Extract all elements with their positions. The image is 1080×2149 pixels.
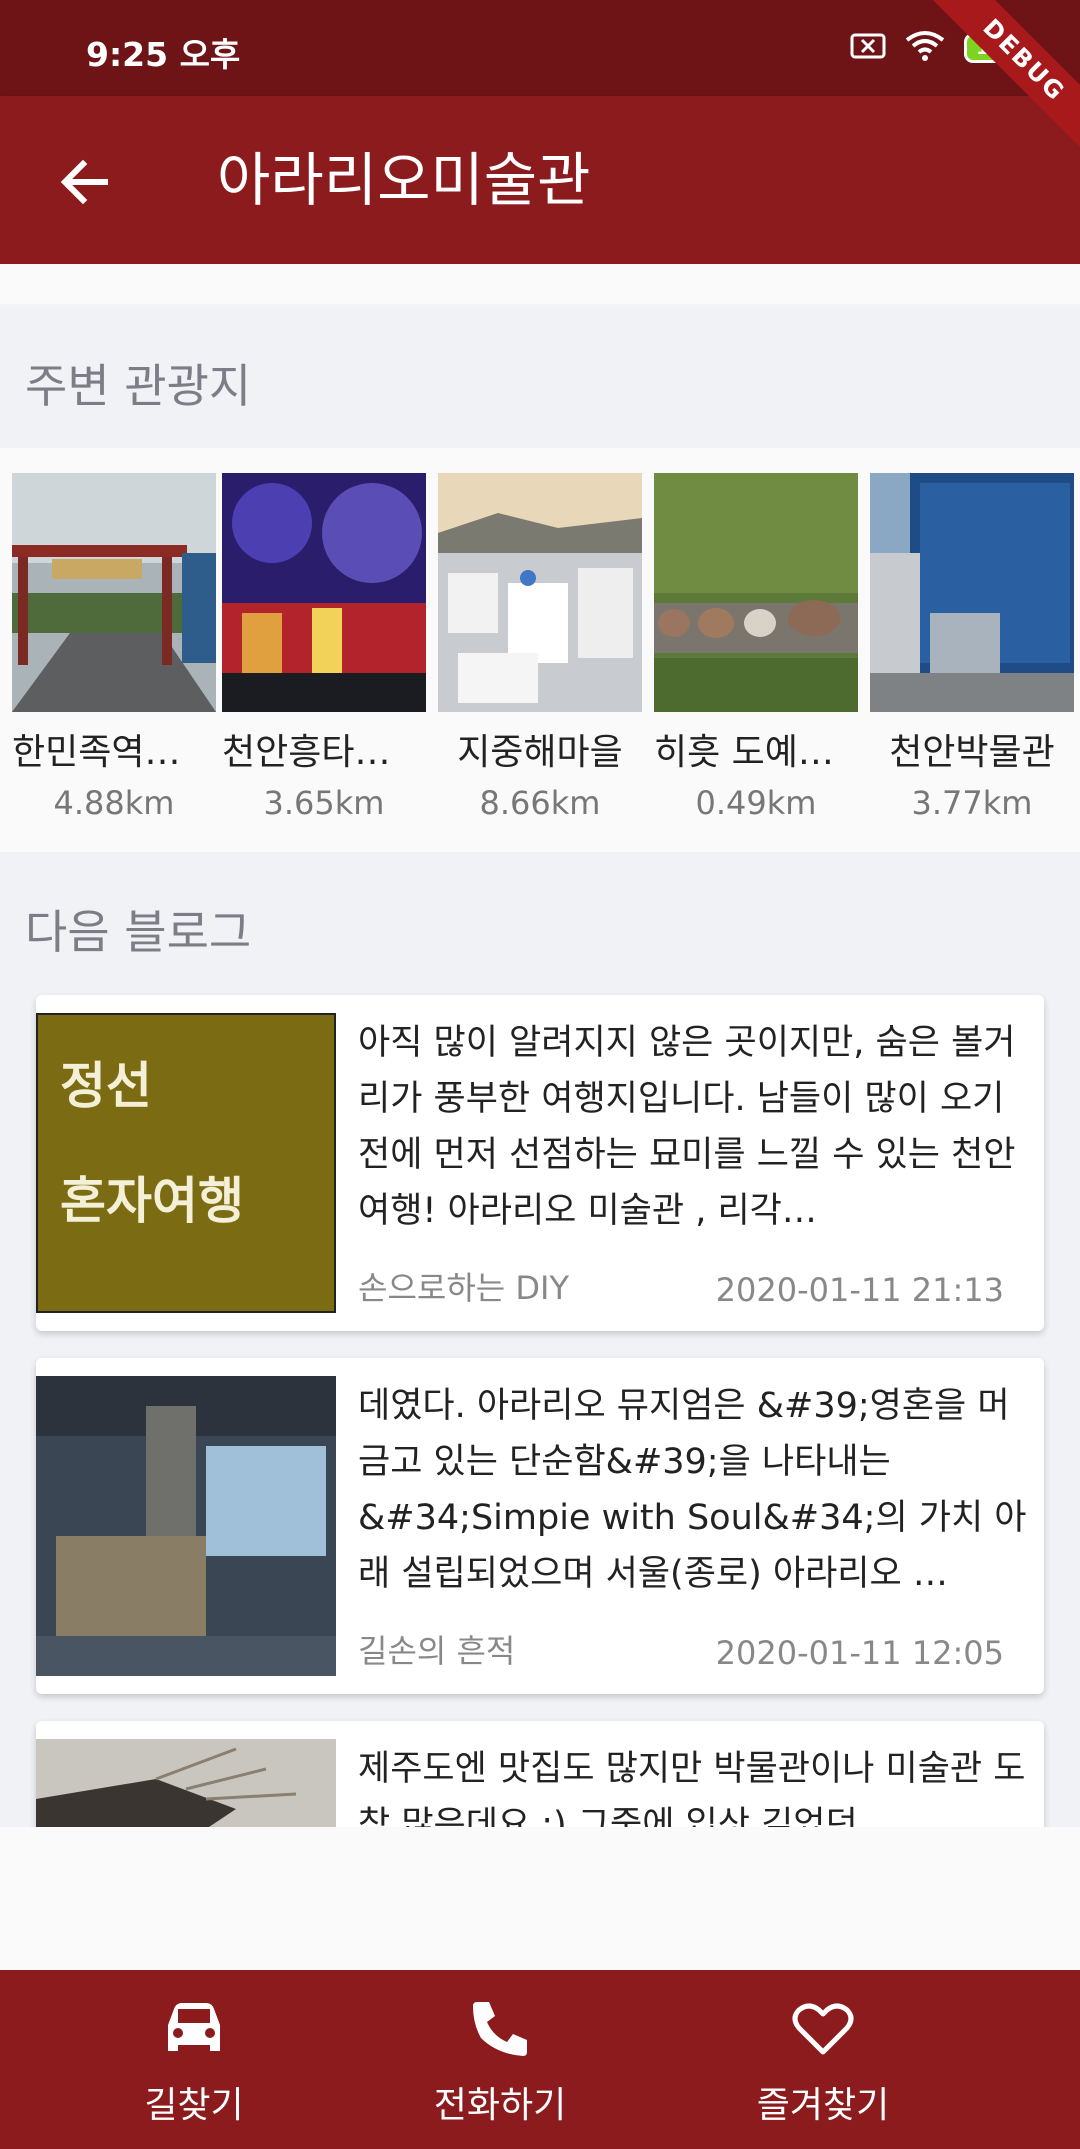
blog-excerpt: 제주도엔 맛집도 많지만 박물관이나 미술관 도 참 많은데요 :) 그중에 입… [358, 1749, 1026, 1827]
attraction-image [222, 473, 426, 712]
directions-button[interactable]: 길찾기 [64, 1994, 324, 2128]
attraction-image [870, 473, 1074, 712]
wifi-icon [904, 30, 946, 66]
attraction-distance: 3.65km [263, 784, 385, 822]
blog-card[interactable]: 데였다. 아라리오 뮤지엄은 &#39;영혼을 머금고 있는 단순함&#39;을… [36, 1358, 1044, 1694]
page-title: 아라리오미술관 [217, 146, 591, 214]
favorite-label: 즐겨찾기 [756, 2085, 890, 2126]
attraction-name: 한민족역… [12, 732, 181, 773]
blog-card[interactable]: 제주도엔 맛집도 많지만 박물관이나 미술관 도 참 많은데요 :) 그중에 입… [36, 1721, 1044, 1827]
status-time: 9:25 오후 [86, 35, 241, 74]
attraction-item[interactable]: 천안박물관 3.77km [870, 473, 1074, 822]
arrow-back-icon [60, 159, 108, 205]
top-strip [0, 264, 1080, 304]
attraction-name: 천안박물관 [889, 732, 1055, 773]
favorite-button[interactable]: 즐겨찾기 [693, 1994, 953, 2128]
attraction-distance: 4.88km [53, 784, 175, 822]
thumb-text-2: 혼자여행 [60, 1172, 244, 1230]
blog-excerpt: 아직 많이 알려지지 않은 곳이지만, 숨은 볼거리가 풍부한 여행지입니다. … [358, 1023, 1016, 1231]
call-label: 전화하기 [433, 2085, 567, 2126]
blog-thumbnail [36, 1376, 336, 1676]
back-button[interactable] [48, 146, 120, 218]
blog-section-title: 다음 블로그 [25, 905, 252, 959]
call-button[interactable]: 전화하기 [370, 1994, 630, 2128]
blog-date: 2020-01-11 12:05 [715, 1634, 1004, 1672]
thumb-text-1: 정선 [60, 1057, 152, 1115]
attraction-distance: 0.49km [695, 784, 817, 822]
attraction-name: 천안흥타… [222, 732, 391, 773]
blog-section[interactable]: 다음 블로그 정선 혼자여행 아직 많이 알려지지 않은 곳이지만, 숨은 볼거… [0, 852, 1080, 1827]
blog-card[interactable]: 정선 혼자여행 아직 많이 알려지지 않은 곳이지만, 숨은 볼거리가 풍부한 … [36, 995, 1044, 1331]
attraction-name: 지중해마을 [457, 732, 623, 773]
blog-excerpt: 데였다. 아라리오 뮤지엄은 &#39;영혼을 머금고 있는 단순함&#39;을… [358, 1386, 1027, 1594]
attraction-distance: 3.77km [911, 784, 1033, 822]
heart-icon [792, 2003, 854, 2055]
attraction-item[interactable]: 한민족역… 4.88km [12, 473, 216, 822]
attraction-image [438, 473, 642, 712]
empty-area [0, 1827, 1080, 1970]
attraction-name: 히흣 도예… [654, 732, 834, 773]
app-bar: 아라리오미술관 [0, 96, 1080, 264]
blog-thumbnail [36, 1739, 336, 1827]
blog-source: 손으로하는 DIY [358, 1269, 569, 1307]
status-bar: 9:25 오후 100 [0, 0, 1080, 96]
blog-date: 2020-01-11 21:13 [715, 1271, 1004, 1309]
attraction-item[interactable]: 천안흥타… 3.65km [222, 473, 426, 822]
attraction-item[interactable]: 히흣 도예… 0.49km [654, 473, 858, 822]
blog-source: 길손의 흔적 [358, 1632, 516, 1670]
phone-icon [473, 2002, 527, 2056]
nearby-section-title: 주변 관광지 [25, 359, 252, 413]
sim-error-icon [850, 32, 886, 64]
nearby-attractions-list[interactable]: 한민족역… 4.88km 천안흥타… 3.65km 지중해마을 8.66km 히… [0, 448, 1080, 852]
attraction-item[interactable]: 지중해마을 8.66km [438, 473, 642, 822]
attraction-image [654, 473, 858, 712]
bottom-nav: 길찾기 전화하기 즐겨찾기 [0, 1970, 1080, 2149]
blog-thumbnail: 정선 혼자여행 [36, 1013, 336, 1313]
nearby-section-header: 주변 관광지 [0, 306, 1080, 448]
car-icon [168, 2003, 220, 2051]
directions-label: 길찾기 [144, 2085, 244, 2126]
attraction-distance: 8.66km [479, 784, 601, 822]
attraction-image [12, 473, 216, 712]
